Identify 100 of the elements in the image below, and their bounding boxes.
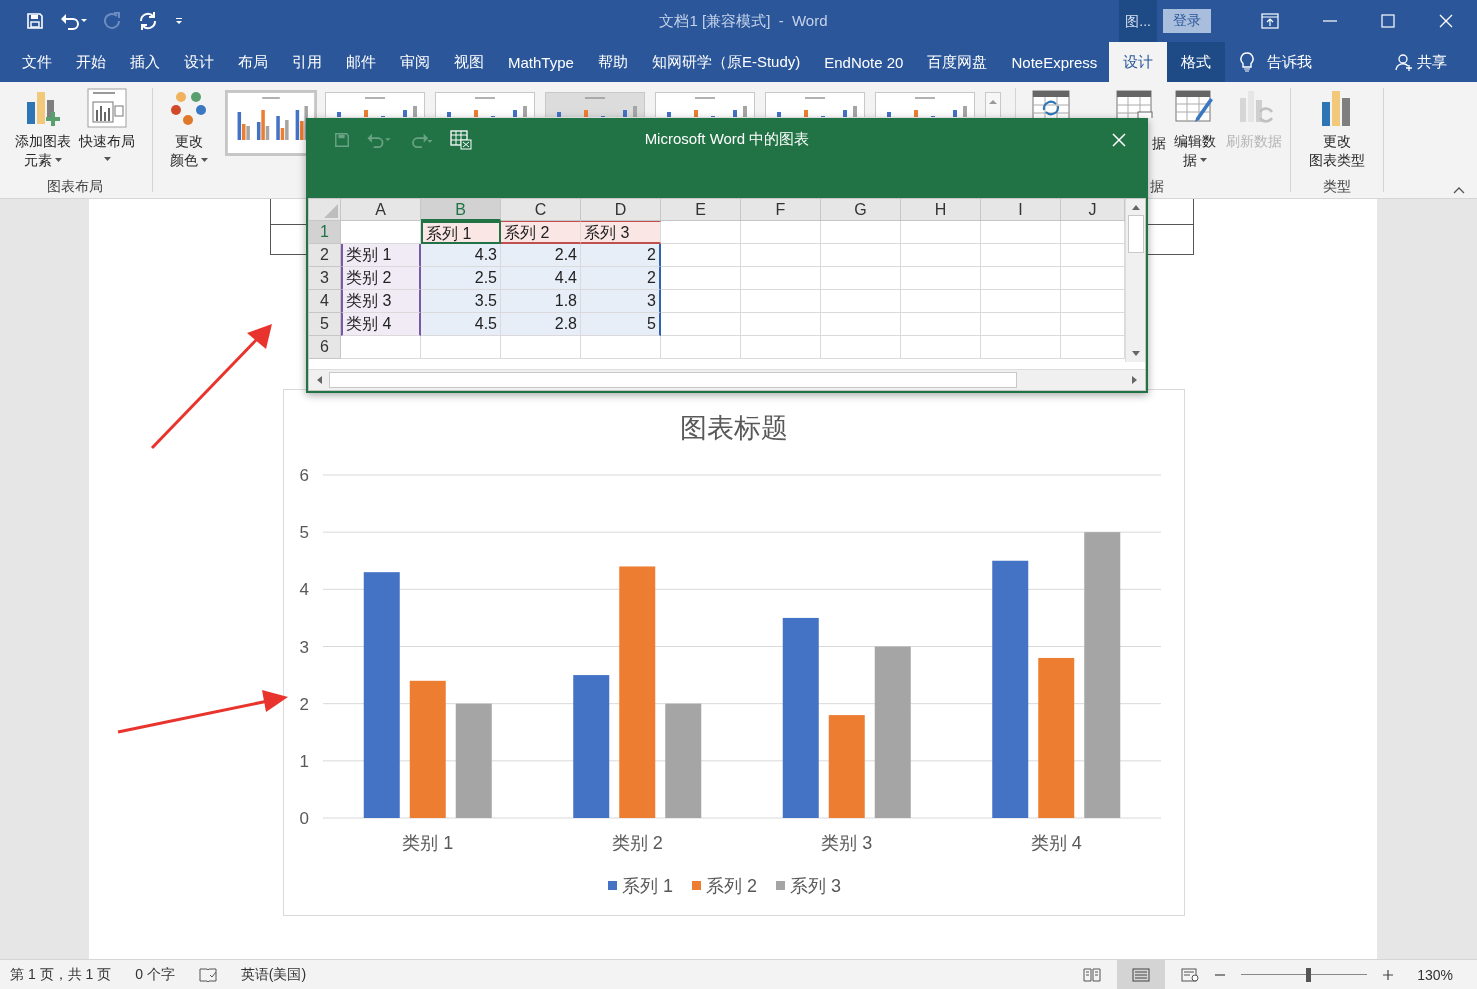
empty-cell[interactable] <box>901 290 981 313</box>
empty-cell[interactable] <box>981 313 1061 336</box>
ribbon-tab[interactable]: 插入 <box>118 42 172 82</box>
column-header[interactable]: D <box>581 199 661 221</box>
empty-cell[interactable] <box>821 313 901 336</box>
table-cell[interactable]: 4.5 <box>421 313 501 336</box>
select-data-label[interactable]: 据 <box>1152 135 1166 153</box>
print-layout-button[interactable] <box>1117 960 1166 989</box>
ribbon-tab[interactable]: 开始 <box>64 42 118 82</box>
chart-style-thumbnail[interactable] <box>655 92 755 117</box>
column-header[interactable]: A <box>341 199 421 221</box>
row-header[interactable]: 3 <box>309 267 341 290</box>
web-layout-icon[interactable] <box>1181 967 1200 982</box>
ribbon-tab[interactable]: 设计 <box>1109 42 1168 82</box>
column-header[interactable]: I <box>981 199 1061 221</box>
table-cell[interactable]: 3.5 <box>421 290 501 313</box>
table-cell[interactable]: 类别 1 <box>341 244 421 267</box>
ribbon-tab[interactable]: 布局 <box>226 42 280 82</box>
empty-cell[interactable] <box>741 244 821 267</box>
chart-style-thumbnail[interactable] <box>227 92 315 154</box>
ribbon-tab[interactable]: 审阅 <box>388 42 442 82</box>
column-header[interactable]: E <box>661 199 741 221</box>
empty-cell[interactable] <box>981 290 1061 313</box>
ribbon-tab[interactable]: NoteExpress <box>999 42 1110 82</box>
select-all-corner[interactable] <box>309 199 341 221</box>
ribbon-tab[interactable]: EndNote 20 <box>812 42 916 82</box>
table-cell[interactable]: 2.5 <box>421 267 501 290</box>
ribbon-display-icon[interactable] <box>1261 13 1279 29</box>
zoom-in-icon[interactable] <box>1383 969 1394 980</box>
table-cell[interactable]: 2.4 <box>501 244 581 267</box>
empty-cell[interactable] <box>821 244 901 267</box>
customize-caret-icon[interactable] <box>174 16 184 26</box>
empty-cell[interactable] <box>581 336 661 359</box>
column-header[interactable]: G <box>821 199 901 221</box>
refresh-icon[interactable] <box>138 11 158 31</box>
empty-cell[interactable] <box>661 336 741 359</box>
empty-cell[interactable] <box>901 244 981 267</box>
empty-cell[interactable] <box>901 336 981 359</box>
table-cell[interactable]: 2.8 <box>501 313 581 336</box>
empty-cell[interactable] <box>421 336 501 359</box>
table-cell[interactable]: 类别 4 <box>341 313 421 336</box>
add-chart-element-button[interactable]: 添加图表 元素 <box>13 88 73 170</box>
table-cell[interactable]: 3 <box>581 290 661 313</box>
ribbon-tab[interactable]: 格式 <box>1167 42 1226 82</box>
empty-cell[interactable] <box>901 313 981 336</box>
table-cell[interactable]: 5 <box>581 313 661 336</box>
spreadsheet-icon[interactable] <box>450 130 472 150</box>
quick-layout-button[interactable]: 快速布局 <box>77 88 137 162</box>
column-header[interactable]: B <box>421 199 501 221</box>
proofing-icon[interactable] <box>198 967 217 982</box>
chart-style-thumbnail[interactable] <box>875 92 975 117</box>
zoom-slider[interactable] <box>1241 966 1368 983</box>
scroll-down-icon[interactable] <box>1130 350 1141 358</box>
lightbulb-icon[interactable] <box>1239 52 1256 72</box>
empty-cell[interactable] <box>901 267 981 290</box>
empty-cell[interactable] <box>741 221 821 244</box>
ribbon-tab[interactable]: 引用 <box>280 42 334 82</box>
row-header[interactable]: 4 <box>309 290 341 313</box>
ribbon-tab[interactable]: 知网研学（原E-Study) <box>639 42 813 82</box>
ribbon-tab[interactable]: 帮助 <box>585 42 640 82</box>
scroll-thumb[interactable] <box>329 372 1017 388</box>
edit-data-button[interactable]: 编辑数 据 <box>1172 88 1218 170</box>
scroll-left-icon[interactable] <box>315 375 323 385</box>
empty-cell[interactable] <box>741 267 821 290</box>
empty-cell[interactable] <box>901 221 981 244</box>
collapse-ribbon-icon[interactable] <box>1453 186 1465 194</box>
table-cell[interactable]: 类别 2 <box>341 267 421 290</box>
empty-cell[interactable] <box>821 336 901 359</box>
table-cell[interactable]: 2 <box>581 267 661 290</box>
table-cell[interactable]: 类别 3 <box>341 290 421 313</box>
tell-me-button[interactable]: 告诉我 <box>1255 42 1325 82</box>
table-cell[interactable]: 4.3 <box>421 244 501 267</box>
empty-cell[interactable] <box>821 267 901 290</box>
zoom-level[interactable]: 130% <box>1417 966 1453 983</box>
empty-cell[interactable] <box>981 267 1061 290</box>
column-header[interactable]: H <box>901 199 981 221</box>
table-cell[interactable]: 系列 1 <box>421 221 501 244</box>
scroll-thumb[interactable] <box>1127 215 1144 253</box>
empty-cell[interactable] <box>501 336 581 359</box>
empty-cell[interactable] <box>741 290 821 313</box>
sign-in-button[interactable]: 登录 <box>1163 9 1211 33</box>
table-cell[interactable]: 2 <box>581 244 661 267</box>
maximize-icon[interactable] <box>1381 14 1395 28</box>
ribbon-tab[interactable]: 文件 <box>10 42 64 82</box>
row-header[interactable]: 5 <box>309 313 341 336</box>
column-header[interactable]: F <box>741 199 821 221</box>
table-cell[interactable]: 系列 3 <box>581 221 661 244</box>
chart-style-thumbnail[interactable] <box>545 92 645 117</box>
table-cell[interactable]: 4.4 <box>501 267 581 290</box>
ribbon-tab[interactable]: MathType <box>496 42 586 82</box>
ribbon-tab[interactable]: 设计 <box>172 42 226 82</box>
empty-cell[interactable] <box>981 221 1061 244</box>
empty-cell[interactable] <box>821 221 901 244</box>
row-header[interactable]: 2 <box>309 244 341 267</box>
scroll-up-icon[interactable] <box>1130 203 1141 211</box>
switch-row-column-icon[interactable] <box>1032 90 1070 118</box>
chart-style-thumbnail[interactable] <box>325 92 425 117</box>
gallery-scroll-icon[interactable] <box>985 92 1001 117</box>
save-icon[interactable] <box>26 12 44 30</box>
chart-style-thumbnail[interactable] <box>435 92 535 117</box>
